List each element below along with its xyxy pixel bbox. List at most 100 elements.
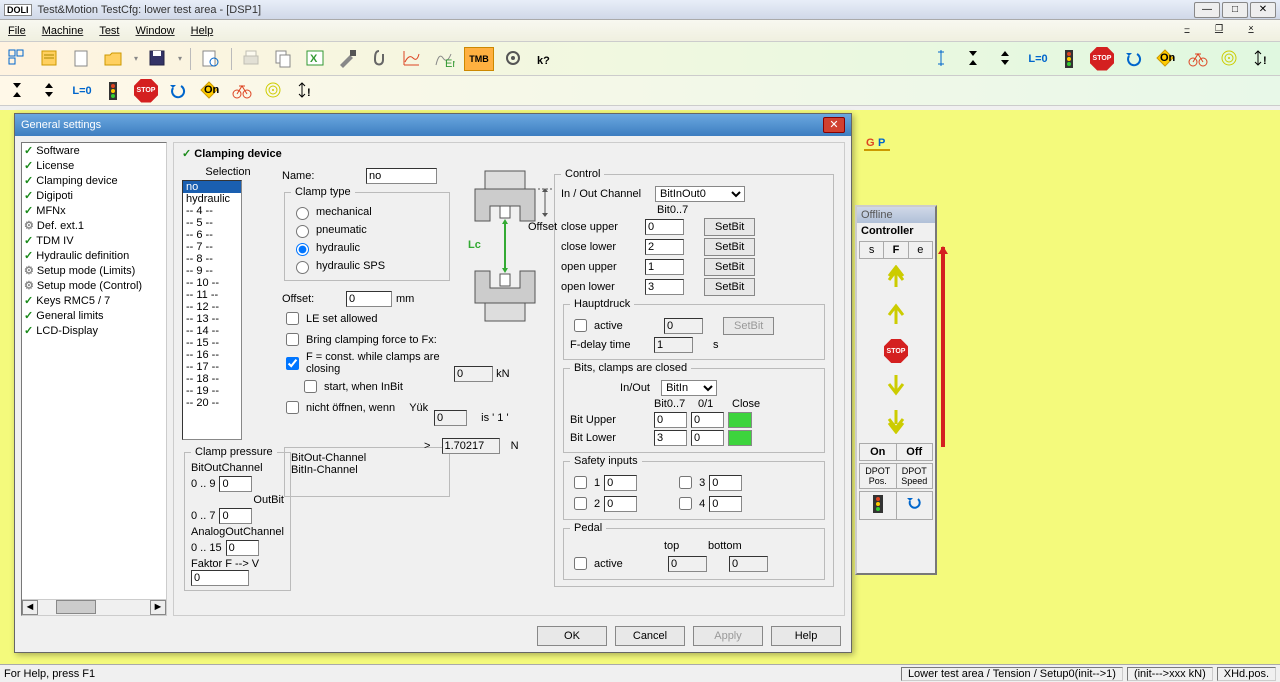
offset-input[interactable]	[346, 291, 392, 307]
bring-force-check[interactable]	[286, 333, 299, 346]
updown-bang-icon[interactable]: !	[1250, 47, 1274, 71]
hammer-icon[interactable]	[336, 47, 360, 71]
outbit-input[interactable]	[219, 508, 252, 524]
off-button[interactable]: Off	[897, 444, 933, 460]
bitout-channel-input[interactable]	[219, 476, 252, 492]
menu-test[interactable]: Test	[99, 25, 119, 37]
radio-pneumatic[interactable]	[296, 225, 309, 238]
cancel-button[interactable]: Cancel	[615, 626, 685, 646]
tree-hscroll[interactable]: ◄►	[22, 599, 166, 615]
menu-window[interactable]: Window	[136, 25, 175, 37]
tree-lcd-display[interactable]: LCD-Display	[22, 323, 166, 338]
tab-e[interactable]: e	[909, 242, 932, 258]
tree-setup-control[interactable]: Setup mode (Control)	[22, 278, 166, 293]
gp-tool-icon[interactable]: GP	[864, 130, 896, 157]
help-button[interactable]: Help	[771, 626, 841, 646]
pedal-active-check[interactable]	[574, 557, 587, 570]
radio-mechanical[interactable]	[296, 207, 309, 220]
list-item[interactable]: -- 7 --	[183, 241, 241, 253]
stop-icon[interactable]: STOP	[1090, 47, 1114, 71]
si4-check[interactable]	[679, 497, 692, 510]
tree-setup-limits[interactable]: Setup mode (Limits)	[22, 263, 166, 278]
clamp-close-icon-2[interactable]	[6, 79, 30, 103]
start-inbit-check[interactable]	[304, 380, 317, 393]
excel-icon[interactable]: X	[304, 47, 328, 71]
selection-list[interactable]: no hydraulic -- 4 -- -- 5 -- -- 6 -- -- …	[182, 180, 242, 440]
si1-check[interactable]	[574, 476, 587, 489]
list-item[interactable]: hydraulic	[183, 193, 241, 205]
notes-icon[interactable]	[38, 47, 62, 71]
si2-check[interactable]	[574, 497, 587, 510]
updown-bang-icon-2[interactable]: !	[294, 79, 318, 103]
list-item[interactable]: -- 8 --	[183, 253, 241, 265]
on-icon-2[interactable]: On	[198, 79, 222, 103]
list-item[interactable]: -- 6 --	[183, 229, 241, 241]
gear-icon[interactable]	[502, 47, 526, 71]
tree-keys-rmc5[interactable]: Keys RMC5 / 7	[22, 293, 166, 308]
dpot-pos-button[interactable]: DPOT Pos.	[860, 464, 897, 488]
preview-icon[interactable]	[199, 47, 223, 71]
si2-input[interactable]	[604, 496, 637, 512]
copy-icon[interactable]	[272, 47, 296, 71]
arrow-up[interactable]	[857, 298, 935, 335]
on-button[interactable]: On	[860, 444, 897, 460]
help-icon[interactable]: k?	[534, 47, 558, 71]
tree-license[interactable]: License	[22, 158, 166, 173]
open-upper-input[interactable]	[645, 259, 684, 275]
stop-button[interactable]: STOP	[857, 335, 935, 367]
name-input[interactable]	[366, 168, 437, 184]
setbit-close-upper[interactable]: SetBit	[704, 218, 755, 236]
list-item[interactable]: -- 14 --	[183, 325, 241, 337]
radio-hydraulic-sps[interactable]	[296, 261, 309, 274]
list-item[interactable]: -- 16 --	[183, 349, 241, 361]
bike-icon[interactable]	[1186, 47, 1210, 71]
undo-icon[interactable]	[1122, 47, 1146, 71]
target-icon[interactable]	[1218, 47, 1242, 71]
stop-icon-2[interactable]: STOP	[134, 79, 158, 103]
tree-digipoti[interactable]: Digipoti	[22, 188, 166, 203]
bike-icon-2[interactable]	[230, 79, 254, 103]
tree-tdm-iv[interactable]: TDM IV	[22, 233, 166, 248]
bit-upper-input[interactable]	[654, 412, 687, 428]
clamp-close-icon[interactable]	[962, 47, 986, 71]
traffic-light-button[interactable]	[860, 492, 897, 519]
close-lower-input[interactable]	[645, 239, 684, 255]
undo-button[interactable]	[897, 492, 933, 519]
nicht-offnen-check[interactable]	[286, 401, 299, 414]
maximize-button[interactable]: □	[1222, 2, 1248, 18]
setbit-open-lower[interactable]: SetBit	[704, 278, 755, 296]
tree-software[interactable]: Software	[22, 143, 166, 158]
ok-button[interactable]: OK	[537, 626, 607, 646]
list-item[interactable]: -- 18 --	[183, 373, 241, 385]
tab-s[interactable]: s	[860, 242, 884, 258]
bit-lower-01[interactable]	[691, 430, 724, 446]
save-icon[interactable]	[146, 47, 170, 71]
undo-icon-2[interactable]	[166, 79, 190, 103]
close-button[interactable]: ✕	[1250, 2, 1276, 18]
new-icon[interactable]	[70, 47, 94, 71]
list-item[interactable]: -- 4 --	[183, 205, 241, 217]
hauptdruck-active-check[interactable]	[574, 319, 587, 332]
open-icon[interactable]	[102, 47, 126, 71]
le-set-check[interactable]	[286, 312, 299, 325]
inout-channel-select[interactable]: BitInOut0	[655, 186, 745, 202]
arrow-down[interactable]	[857, 367, 935, 404]
tree-mfnx[interactable]: MFNx	[22, 203, 166, 218]
arrow-down-fast[interactable]	[857, 404, 935, 441]
dialog-close-icon[interactable]: ✕	[823, 117, 845, 133]
list-item[interactable]: -- 12 --	[183, 301, 241, 313]
inout-select[interactable]: BitIn	[661, 380, 717, 396]
tree-general-limits[interactable]: General limits	[22, 308, 166, 323]
grid-icon[interactable]	[6, 47, 30, 71]
list-item-no[interactable]: no	[183, 181, 241, 193]
list-item[interactable]: -- 20 --	[183, 397, 241, 409]
scale-icon[interactable]	[930, 47, 954, 71]
setbit-open-upper[interactable]: SetBit	[704, 258, 755, 276]
menu-file[interactable]: File	[8, 25, 26, 37]
mdi-close[interactable]: ×	[1244, 22, 1258, 36]
radio-hydraulic[interactable]	[296, 243, 309, 256]
tree-hydraulic-def[interactable]: Hydraulic definition	[22, 248, 166, 263]
tmb-icon[interactable]: TMB	[464, 47, 494, 71]
l0-icon[interactable]: L=0	[1026, 47, 1050, 71]
list-item[interactable]: -- 5 --	[183, 217, 241, 229]
